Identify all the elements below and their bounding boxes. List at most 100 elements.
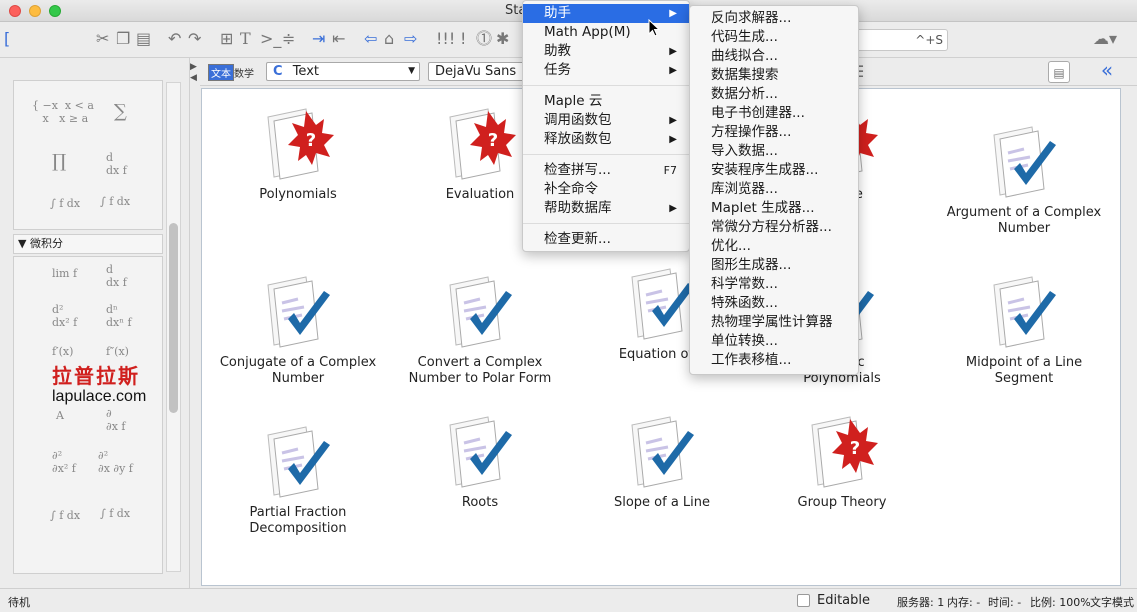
limit-template[interactable]: lim f <box>52 267 77 280</box>
double-chevron-left-icon[interactable]: « <box>1093 59 1121 81</box>
start-tile[interactable]: Roots <box>390 407 570 511</box>
close-window-button[interactable] <box>9 5 21 17</box>
piecewise-template[interactable]: { −x x < a x x ≥ a <box>32 99 94 125</box>
tools-menu-item[interactable]: 释放函数包 ▶ <box>523 130 689 149</box>
checkmark-document-icon <box>622 407 702 493</box>
paste-icon[interactable]: ▤ <box>136 28 151 50</box>
assistant-menu-item[interactable]: Maplet 生成器... <box>690 199 858 218</box>
text-mode-button[interactable]: 文本 <box>208 64 234 81</box>
style-select[interactable]: C Text ▼ <box>266 62 420 81</box>
integral-template[interactable]: ∫ f dx <box>50 197 80 210</box>
tile-label: Partial Fraction Decomposition <box>249 505 347 536</box>
assistant-menu-item[interactable]: 科学常数... <box>690 275 858 294</box>
derivative-template[interactable]: d dx f <box>106 151 127 177</box>
assistants-submenu: 反向求解器... 代码生成... 曲线拟合... 数据集搜索 数据分析... 电子书创建器… <box>689 5 859 375</box>
font-select[interactable]: DejaVu Sans <box>428 62 524 81</box>
tools-menu-item[interactable]: 调用函数包 ▶ <box>523 111 689 130</box>
execute-all-icon[interactable]: !!! <box>436 28 455 50</box>
interrupt-icon[interactable]: ⓵ <box>476 28 492 50</box>
nth-derivative-template[interactable]: dⁿ dxⁿ f <box>106 303 132 329</box>
assistant-menu-item[interactable]: 代码生成... <box>690 28 858 47</box>
second-partial-template[interactable]: ∂² ∂x² f <box>52 449 76 475</box>
insert-math-icon[interactable]: ⊞ <box>220 28 233 50</box>
tools-menu-item[interactable]: 助手 ▶ <box>523 4 689 23</box>
assistant-menu-item[interactable]: 反向求解器... <box>690 9 858 28</box>
tools-menu-item[interactable]: 帮助数据库 ▶ <box>523 199 689 218</box>
zoom-window-button[interactable] <box>49 5 61 17</box>
sum-template[interactable]: ∑ <box>114 101 127 122</box>
cut-icon[interactable]: ✂ <box>96 28 109 50</box>
assistant-menu-item[interactable]: 单位转换... <box>690 332 858 351</box>
insert-text-icon[interactable]: T <box>240 28 251 50</box>
back-icon[interactable]: ⇦ <box>364 28 377 50</box>
start-tile[interactable]: ? Group Theory <box>752 407 932 511</box>
assistant-menu-item[interactable]: 曲线拟合... <box>690 47 858 66</box>
indefinite-integral-template[interactable]: ∫ f dx <box>50 509 80 522</box>
diff-template[interactable]: d dx f <box>106 263 127 289</box>
tools-menu-item[interactable]: Math App(M) <box>523 23 689 42</box>
assistant-menu-item[interactable]: 安装程序生成器... <box>690 161 858 180</box>
home-icon[interactable]: ⌂ <box>384 28 394 50</box>
execute-icon[interactable]: ! <box>460 28 466 50</box>
double-prime-template[interactable]: f″(x) <box>106 345 129 358</box>
assistant-menu-item[interactable]: 导入数据... <box>690 142 858 161</box>
expand-arrow-icon[interactable]: ◀ <box>190 67 197 89</box>
bounded-integral-template[interactable]: ∫ f dx <box>100 507 130 520</box>
calculus-palette: lim f d dx f d² dx² f dⁿ dxⁿ f f′(x) f″(x) … <box>13 256 163 574</box>
assistant-menu-item[interactable]: 热物理学属性计算器 <box>690 313 858 332</box>
minimize-window-button[interactable] <box>29 5 41 17</box>
tools-menu-item[interactable]: 检查拼写... F7 <box>523 161 689 180</box>
definite-integral-template[interactable]: ∫ f dx <box>100 195 130 208</box>
assistant-menu-item[interactable]: 方程操作器... <box>690 123 858 142</box>
start-tile[interactable]: Argument of a Complex Number <box>934 117 1114 237</box>
product-template[interactable]: ∏ <box>52 151 66 172</box>
prime-template[interactable]: f′(x) <box>52 345 73 358</box>
sidebar-scrollbar[interactable] <box>166 82 181 572</box>
partial-template[interactable]: ∂ ∂x f <box>106 407 125 433</box>
assistant-menu-item[interactable]: 图形生成器... <box>690 256 858 275</box>
tools-menu-item[interactable]: 助教 ▶ <box>523 42 689 61</box>
checkmark-document-icon <box>984 117 1064 203</box>
editable-checkbox[interactable] <box>797 594 810 607</box>
tools-menu-item[interactable]: 任务 ▶ <box>523 61 689 80</box>
copy-icon[interactable]: ❐ <box>116 28 130 50</box>
math-mode-button[interactable]: 数学 <box>234 65 254 80</box>
execution-group-icon[interactable]: >_ <box>260 28 281 50</box>
dot-template[interactable]: A <box>56 409 64 422</box>
indent-icon[interactable]: ⇥ <box>312 28 325 50</box>
inspector-icon[interactable]: ▤ <box>1048 61 1070 83</box>
start-tile[interactable]: Slope of a Line <box>572 407 752 511</box>
redo-icon[interactable]: ↷ <box>188 28 201 50</box>
outdent-icon[interactable]: ⇤ <box>332 28 345 50</box>
start-tile[interactable]: Convert a Complex Number to Polar Form <box>390 267 570 387</box>
scrollbar-thumb[interactable] <box>169 223 178 413</box>
assistant-menu-item[interactable]: 优化... <box>690 237 858 256</box>
assistant-menu-item[interactable]: 特殊函数... <box>690 294 858 313</box>
menu-item-label: 助教 <box>544 43 571 59</box>
assistant-menu-item[interactable]: 数据集搜索 <box>690 66 858 85</box>
forward-icon[interactable]: ⇨ <box>404 28 417 50</box>
style-select-value: Text <box>292 64 319 79</box>
palette-section-header[interactable]: ▼ 微积分 <box>13 234 163 254</box>
assistant-menu-item[interactable]: 数据分析... <box>690 85 858 104</box>
undo-icon[interactable]: ↶ <box>168 28 181 50</box>
assistant-menu-item[interactable]: 库浏览器... <box>690 180 858 199</box>
split-icon[interactable]: ≑ <box>282 28 295 50</box>
bracket-icon[interactable]: [ <box>4 28 10 50</box>
cloud-icon[interactable]: ☁▾ <box>1088 28 1122 50</box>
start-tile[interactable]: Conjugate of a Complex Number <box>208 267 388 387</box>
mixed-partial-template[interactable]: ∂² ∂x ∂y f <box>98 449 133 475</box>
tools-menu-item[interactable]: 检查更新... <box>523 230 689 249</box>
debug-icon[interactable]: ✱ <box>496 28 509 50</box>
assistant-menu-item[interactable]: 工作表移植... <box>690 351 858 370</box>
assistant-menu-item[interactable]: 电子书创建器... <box>690 104 858 123</box>
start-tile[interactable]: ? Polynomials <box>208 99 388 203</box>
assistant-menu-item[interactable]: 常微分方程分析器... <box>690 218 858 237</box>
start-tile[interactable]: Partial Fraction Decomposition <box>208 417 388 537</box>
svg-text:?: ? <box>488 130 498 151</box>
second-derivative-template[interactable]: d² dx² f <box>52 303 77 329</box>
start-tile[interactable]: Midpoint of a Line Segment <box>934 267 1114 387</box>
tools-menu-item[interactable]: 补全命令 <box>523 180 689 199</box>
checkmark-document-icon <box>440 407 520 493</box>
tools-menu-item[interactable]: Maple 云 <box>523 92 689 111</box>
